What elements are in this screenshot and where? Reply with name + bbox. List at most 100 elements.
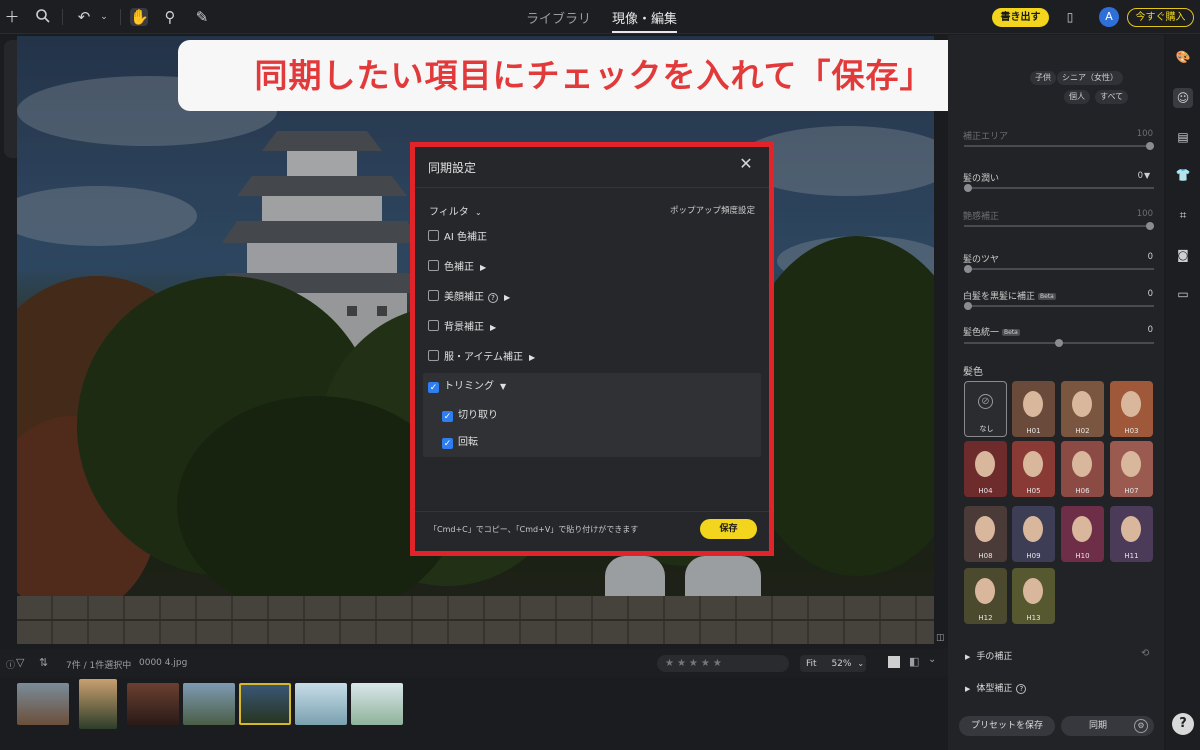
buy-now-button[interactable]: 今すぐ購入: [1127, 8, 1194, 27]
thumbnail[interactable]: [79, 679, 117, 729]
export-panel-icon[interactable]: ▯: [1061, 8, 1079, 26]
section-body-correction[interactable]: ▶ 体型補正?: [965, 681, 1027, 694]
background-icon[interactable]: ▤: [1175, 129, 1191, 145]
panel-toggle-icon[interactable]: ◫: [936, 633, 945, 643]
help-button[interactable]: ?: [1172, 713, 1194, 735]
help-icon[interactable]: ?: [1016, 684, 1027, 694]
reset-icon[interactable]: ⟲: [1141, 648, 1149, 659]
sync-item-trimming[interactable]: ✓ トリミング ▼: [428, 379, 506, 395]
rating-stars[interactable]: ★★★★★: [657, 655, 789, 672]
hair-color-none[interactable]: ⊘ なし: [964, 381, 1007, 437]
thumbnail[interactable]: [351, 683, 403, 725]
save-preset-button[interactable]: プリセットを保存: [959, 716, 1055, 736]
chip-all[interactable]: すべて: [1095, 90, 1129, 104]
hair-color-unify-slider[interactable]: [964, 339, 1154, 347]
hand-tool-icon[interactable]: ✋: [130, 8, 149, 26]
brush-stamp-icon[interactable]: ⚲: [161, 8, 179, 26]
hair-color-swatch[interactable]: H09: [1012, 506, 1055, 562]
folder-icon[interactable]: ▭: [1175, 286, 1191, 302]
popup-frequency-link[interactable]: ポップアップ頻度設定: [670, 204, 755, 216]
hair-shine-slider[interactable]: [964, 265, 1154, 273]
hair-color-swatch[interactable]: H08: [964, 506, 1007, 562]
crop-icon[interactable]: ⌗: [1175, 207, 1191, 223]
gray-to-black-slider[interactable]: [964, 302, 1154, 310]
help-icon[interactable]: ?: [488, 293, 498, 303]
hair-color-swatch[interactable]: H13: [1012, 568, 1055, 624]
zoom-control[interactable]: Fit 52% ⌄: [800, 655, 866, 672]
sort-icon[interactable]: ⇅: [39, 656, 48, 669]
checkbox[interactable]: [428, 230, 439, 241]
sync-item-rotate[interactable]: ✓ 回転: [442, 435, 478, 451]
palette-icon[interactable]: 🎨: [1175, 49, 1191, 65]
plus-icon[interactable]: ＋: [3, 8, 21, 26]
hair-color-swatch[interactable]: H07: [1110, 441, 1153, 497]
checkbox[interactable]: [428, 320, 439, 331]
hair-color-swatch[interactable]: H04: [964, 441, 1007, 497]
checkbox[interactable]: [428, 260, 439, 271]
chip-child[interactable]: 子供: [1030, 71, 1056, 85]
face-icon[interactable]: ☺: [1173, 88, 1193, 108]
hair-color-swatch[interactable]: H05: [1012, 441, 1055, 497]
expand-arrow-icon[interactable]: ▶: [480, 260, 486, 276]
single-view-icon[interactable]: [888, 656, 900, 668]
chevron-down-icon[interactable]: ⌄: [95, 8, 113, 26]
chip-individual[interactable]: 個人: [1064, 90, 1090, 104]
hair-color-swatch[interactable]: H01: [1012, 381, 1055, 437]
gloss-slider[interactable]: [964, 222, 1154, 230]
sync-item-crop[interactable]: ✓ 切り取り: [442, 408, 498, 424]
filter-dropdown[interactable]: フィルタ ⌄: [429, 203, 482, 218]
undo-icon[interactable]: ↶: [75, 8, 93, 26]
fit-label[interactable]: Fit: [806, 659, 817, 669]
thumbnail[interactable]: [17, 683, 69, 725]
tab-library[interactable]: ライブラリ: [526, 8, 591, 27]
sync-item-color[interactable]: 色補正 ▶: [428, 260, 486, 276]
close-icon[interactable]: ✕: [738, 156, 754, 172]
checkbox-checked[interactable]: ✓: [428, 382, 439, 393]
selection-count: 7件 / 1件選択中: [66, 661, 132, 671]
dialog-title: 同期設定: [428, 161, 477, 175]
checkbox-checked[interactable]: ✓: [442, 411, 453, 422]
thumbnail-selected[interactable]: [239, 683, 291, 725]
thumbnail[interactable]: [183, 683, 235, 725]
hair-color-swatch[interactable]: H02: [1061, 381, 1104, 437]
chevron-down-icon[interactable]: ⌄: [928, 654, 936, 665]
clothes-icon[interactable]: 👕: [1175, 167, 1191, 183]
thumbnail[interactable]: [127, 683, 179, 725]
camera-icon[interactable]: ◙: [1175, 247, 1191, 263]
sync-settings-icon[interactable]: ⚙: [1134, 719, 1148, 733]
hair-moisture-slider[interactable]: [964, 184, 1154, 192]
checkbox-checked[interactable]: ✓: [442, 438, 453, 449]
hair-color-swatch[interactable]: H10: [1061, 506, 1104, 562]
section-hand-correction[interactable]: ▶ 手の補正: [965, 649, 1012, 662]
info-icon[interactable]: ⓘ: [6, 658, 15, 671]
hair-color-swatch[interactable]: H12: [964, 568, 1007, 624]
checkbox[interactable]: [428, 350, 439, 361]
export-button[interactable]: 書き出す: [992, 8, 1049, 27]
sync-item-beauty[interactable]: 美顔補正? ▶: [428, 290, 510, 306]
sync-item-background[interactable]: 背景補正 ▶: [428, 320, 496, 336]
zoom-value[interactable]: 52%: [831, 659, 851, 669]
checkbox[interactable]: [428, 290, 439, 301]
expand-arrow-icon[interactable]: ▶: [529, 350, 535, 366]
item-label: 美顔補正: [444, 292, 484, 303]
save-button[interactable]: 保存: [700, 519, 757, 539]
compare-view-icon[interactable]: ◧: [909, 655, 919, 668]
sync-item-clothes[interactable]: 服・アイテム補正 ▶: [428, 350, 535, 366]
correction-area-slider[interactable]: [964, 142, 1154, 150]
hair-color-swatch[interactable]: H06: [1061, 441, 1104, 497]
hair-color-swatch[interactable]: H11: [1110, 506, 1153, 562]
avatar[interactable]: A: [1099, 7, 1119, 27]
divider: [120, 9, 121, 25]
thumbnail[interactable]: [295, 683, 347, 725]
filter-icon[interactable]: ▽: [16, 656, 24, 669]
sync-item-ai-color[interactable]: AI 色補正: [428, 230, 487, 246]
collapse-arrow-icon[interactable]: ▼: [500, 379, 506, 395]
expand-arrow-icon[interactable]: ▶: [504, 290, 510, 306]
tab-develop-edit[interactable]: 現像・編集: [612, 8, 678, 33]
eraser-icon[interactable]: ✎: [193, 8, 211, 26]
hair-color-swatch[interactable]: H03: [1110, 381, 1153, 437]
dropdown-arrow-icon[interactable]: ▼: [1144, 171, 1150, 180]
expand-arrow-icon[interactable]: ▶: [490, 320, 496, 336]
chip-senior-female[interactable]: シニア（女性）: [1057, 71, 1123, 85]
search-icon[interactable]: [34, 8, 52, 26]
